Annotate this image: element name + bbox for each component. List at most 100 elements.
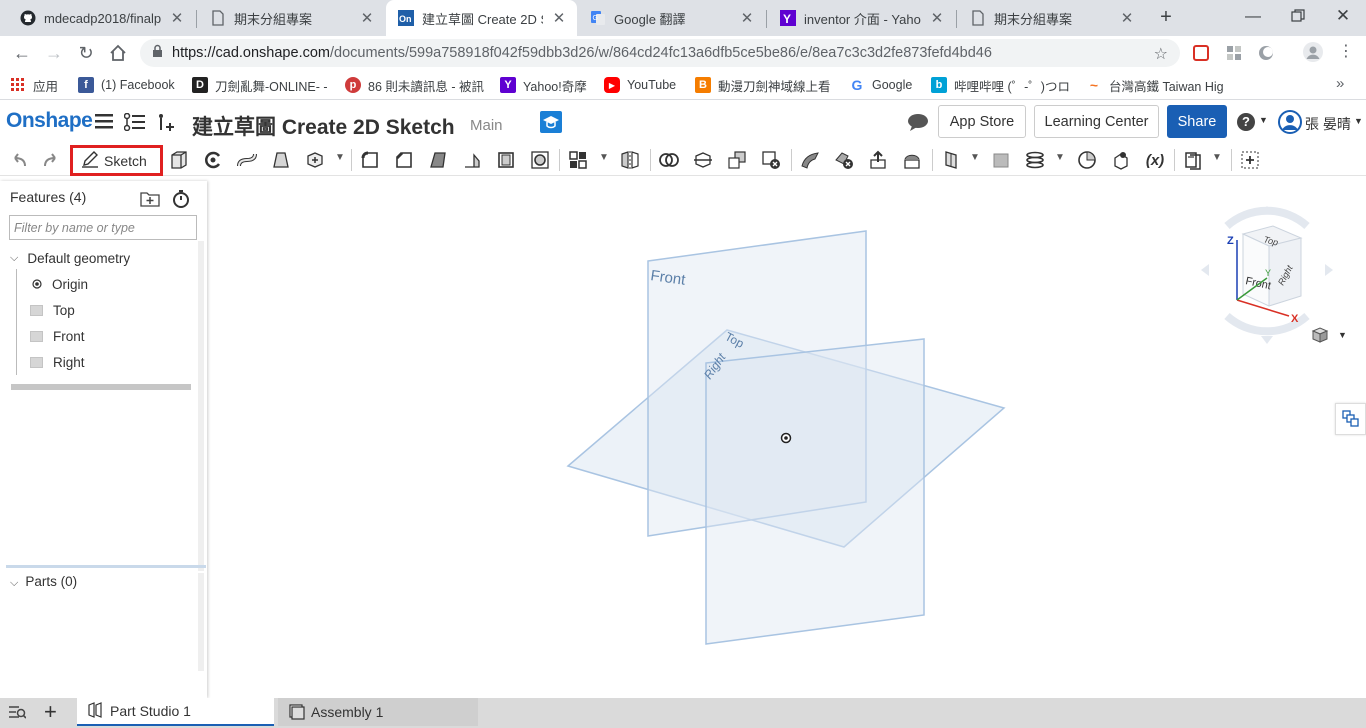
tab-manager-icon[interactable] bbox=[8, 704, 27, 723]
bookmark-plurk[interactable]: p 86 則未讀訊息 - 被訊 bbox=[345, 76, 484, 94]
bookmark-youtube[interactable]: ▶ YouTube bbox=[604, 76, 676, 94]
split-icon[interactable] bbox=[691, 148, 715, 172]
delete-part-icon[interactable] bbox=[759, 148, 783, 172]
address-bar[interactable]: https://cad.onshape.com/documents/599a75… bbox=[140, 39, 1180, 67]
comment-icon[interactable] bbox=[907, 113, 929, 134]
graphics-viewport[interactable]: Front Top Right Top Front Right Z bbox=[207, 176, 1366, 698]
parts-scrollbar[interactable] bbox=[198, 573, 204, 671]
branch-label[interactable]: Main bbox=[470, 117, 503, 134]
redo-icon[interactable] bbox=[40, 148, 64, 172]
default-geometry-group[interactable]: ⌵ Default geometry bbox=[10, 247, 130, 269]
learning-center-button[interactable]: Learning Center bbox=[1034, 105, 1159, 138]
rib-icon[interactable] bbox=[460, 148, 484, 172]
extension-grid-icon[interactable] bbox=[1226, 45, 1242, 64]
plane-tool-icon[interactable] bbox=[939, 148, 963, 172]
chevron-down-icon[interactable]: ▼ bbox=[1055, 152, 1065, 163]
close-icon[interactable]: ✕ bbox=[1119, 9, 1135, 27]
transform-icon[interactable] bbox=[725, 148, 749, 172]
bookmark-touken[interactable]: D 刀劍亂舞-ONLINE- - bbox=[192, 76, 328, 94]
feature-filter-input[interactable] bbox=[9, 215, 197, 240]
browser-tab-project-2[interactable]: 期末分組專案 ✕ bbox=[958, 0, 1145, 36]
extension-moon-icon[interactable] bbox=[1258, 45, 1274, 64]
bookmark-yahoo[interactable]: Y Yahoo!奇摩 bbox=[500, 76, 587, 94]
appearance-panel-toggle[interactable] bbox=[1335, 403, 1366, 435]
extension-icon[interactable] bbox=[1193, 45, 1209, 61]
bookmark-thsr[interactable]: ~ 台灣高鐵 Taiwan Hig bbox=[1086, 76, 1224, 94]
feature-list-icon[interactable] bbox=[123, 112, 146, 134]
draft-icon[interactable] bbox=[426, 148, 450, 172]
add-custom-feature-icon[interactable] bbox=[1238, 148, 1262, 172]
view-options-cube-icon[interactable] bbox=[1311, 326, 1331, 347]
chevron-down-icon[interactable]: ▼ bbox=[1212, 152, 1222, 163]
feature-front-plane[interactable]: Front bbox=[30, 325, 85, 347]
revolve-icon[interactable] bbox=[201, 148, 225, 172]
bookmark-star-icon[interactable]: ☆ bbox=[1154, 44, 1168, 64]
bookmark-apps[interactable]: 应用 bbox=[10, 76, 58, 94]
close-icon[interactable]: ✕ bbox=[359, 9, 375, 27]
bookmark-bilibili[interactable]: b 哔哩哔哩 (゜-゜)つロ bbox=[931, 76, 1070, 94]
home-icon[interactable] bbox=[106, 41, 130, 65]
help-icon[interactable]: ? bbox=[1237, 113, 1255, 131]
chevron-down-icon[interactable]: ⌵ bbox=[10, 252, 18, 265]
user-name[interactable]: 張 晏晴 bbox=[1305, 114, 1351, 134]
close-icon[interactable]: ✕ bbox=[169, 9, 185, 27]
bookmark-facebook[interactable]: f (1) Facebook bbox=[78, 76, 175, 94]
sweep-icon[interactable] bbox=[235, 148, 259, 172]
share-button[interactable]: Share bbox=[1167, 105, 1227, 138]
boolean-icon[interactable] bbox=[657, 148, 681, 172]
hamburger-menu-icon[interactable] bbox=[95, 113, 113, 132]
feature-scrollbar[interactable] bbox=[198, 241, 204, 571]
browser-menu-icon[interactable]: ⋮ bbox=[1338, 42, 1354, 62]
measure-icon[interactable] bbox=[1075, 148, 1099, 172]
chevron-down-icon[interactable]: ⌵ bbox=[10, 577, 18, 589]
user-avatar-icon[interactable] bbox=[1278, 110, 1302, 137]
browser-tab-project[interactable]: 期末分組專案 ✕ bbox=[198, 0, 385, 36]
browser-tab-yahoo[interactable]: Y inventor 介面 - Yahoo ✕ bbox=[768, 0, 955, 36]
mate-connector-icon[interactable] bbox=[1109, 148, 1133, 172]
browser-tab-translate[interactable]: G Google 翻譯 ✕ bbox=[578, 0, 765, 36]
custom-features-icon[interactable] bbox=[1181, 148, 1205, 172]
origin-marker[interactable] bbox=[780, 432, 792, 444]
document-title[interactable]: 建立草圖 Create 2D Sketch bbox=[192, 111, 455, 141]
reload-icon[interactable]: ↻ bbox=[74, 41, 98, 65]
chevron-down-icon[interactable]: ▼ bbox=[335, 152, 345, 163]
minimize-icon[interactable]: — bbox=[1243, 8, 1263, 28]
window-close-icon[interactable]: ✕ bbox=[1333, 6, 1353, 26]
feature-top-plane[interactable]: Top bbox=[30, 299, 75, 321]
rollback-bar[interactable] bbox=[11, 384, 191, 390]
bookmarks-overflow-icon[interactable]: » bbox=[1336, 75, 1344, 92]
loft-icon[interactable] bbox=[269, 148, 293, 172]
add-tab-icon[interactable]: + bbox=[44, 700, 57, 724]
learning-hat-icon[interactable] bbox=[540, 111, 562, 136]
close-icon[interactable]: ✕ bbox=[551, 9, 567, 27]
feature-right-plane[interactable]: Right bbox=[30, 351, 85, 373]
parts-group[interactable]: ⌵ Parts (0) bbox=[10, 574, 77, 590]
feature-origin[interactable]: Origin bbox=[32, 273, 88, 295]
pattern-icon[interactable] bbox=[566, 148, 590, 172]
insert-icon[interactable] bbox=[156, 113, 176, 136]
browser-tab-onshape[interactable]: On 建立草圖 Create 2D Sk ✕ bbox=[386, 0, 577, 36]
chevron-down-icon[interactable]: ▼ bbox=[599, 152, 609, 163]
chevron-down-icon[interactable]: ▼ bbox=[970, 152, 980, 163]
undo-icon[interactable] bbox=[6, 148, 30, 172]
panel-divider[interactable] bbox=[6, 565, 206, 568]
extrude-icon[interactable] bbox=[167, 148, 191, 172]
rollback-timer-icon[interactable] bbox=[171, 189, 191, 212]
mirror-icon[interactable] bbox=[618, 148, 642, 172]
new-tab-icon[interactable]: + bbox=[1155, 6, 1177, 28]
replace-face-icon[interactable] bbox=[900, 148, 924, 172]
browser-tab-github[interactable]: mdecadp2018/finalpr ✕ bbox=[8, 0, 195, 36]
bookmark-anime[interactable]: B 動漫刀劍神域線上看 bbox=[695, 76, 831, 94]
surface-icon[interactable] bbox=[989, 148, 1013, 172]
chevron-down-icon[interactable]: ▼ bbox=[1259, 115, 1268, 125]
onshape-logo[interactable]: Onshape bbox=[6, 109, 93, 133]
chevron-down-icon[interactable]: ▼ bbox=[1354, 116, 1363, 126]
delete-face-icon[interactable] bbox=[832, 148, 856, 172]
forward-icon[interactable]: → bbox=[42, 41, 66, 65]
close-icon[interactable]: ✕ bbox=[929, 9, 945, 27]
tab-assembly-1[interactable]: Assembly 1 bbox=[278, 698, 478, 726]
shell-icon[interactable] bbox=[494, 148, 518, 172]
tab-part-studio-1[interactable]: Part Studio 1 bbox=[77, 698, 274, 726]
move-face-icon[interactable] bbox=[866, 148, 890, 172]
app-store-button[interactable]: App Store bbox=[938, 105, 1026, 138]
